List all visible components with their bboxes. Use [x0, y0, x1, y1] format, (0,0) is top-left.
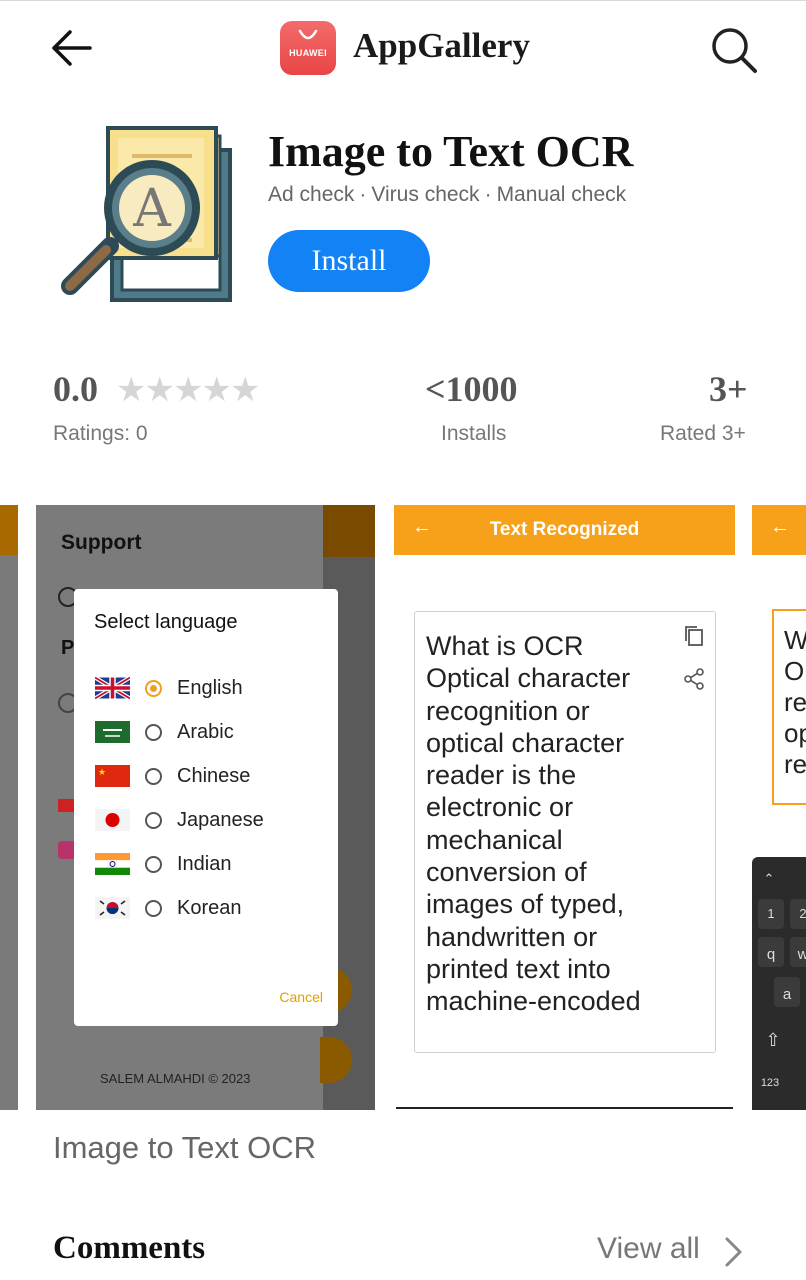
language-label: Japanese	[177, 808, 264, 831]
radio-unselected[interactable]	[145, 855, 162, 873]
screenshot-partial-right[interactable]: ← W O re op re ⌃ 1 2 q w a ⇧ 123	[752, 505, 806, 1110]
share-icon	[683, 667, 705, 691]
rating-value: 0.0	[53, 369, 98, 409]
svg-text:A: A	[132, 179, 172, 239]
partial-heading: P	[61, 637, 75, 659]
partial-text: W O re op re	[784, 625, 806, 779]
install-button[interactable]: Install	[268, 230, 430, 292]
age-rating-label: Rated 3+	[660, 422, 746, 445]
age-rating-value: 3+	[709, 369, 748, 409]
virus-check-label: Virus check	[371, 183, 480, 206]
manual-check-label: Manual check	[496, 183, 627, 206]
dialog-title: Select language	[94, 611, 238, 633]
select-language-dialog: Select language English Arabic ★ Chinese	[74, 589, 338, 1026]
key: q	[758, 937, 784, 967]
radio-unselected[interactable]	[145, 723, 162, 741]
recognized-text: What is OCR Optical character recognitio…	[426, 631, 641, 1017]
copyright-footer: SALEM ALMAHDI © 2023	[100, 1071, 251, 1086]
saudi-flag-icon	[95, 721, 130, 743]
key: 2	[790, 899, 806, 929]
radio-unselected[interactable]	[145, 899, 162, 917]
radio-unselected[interactable]	[145, 767, 162, 785]
brand-logo-text: HUAWEI	[289, 48, 327, 58]
star-icon: ★	[144, 371, 175, 409]
language-label: Arabic	[177, 720, 234, 743]
key: w	[790, 937, 806, 967]
radio-unselected[interactable]	[145, 811, 162, 829]
chevron-right-icon[interactable]	[722, 1234, 746, 1270]
top-divider	[0, 0, 806, 1]
svg-text:★: ★	[98, 767, 106, 777]
comments-heading: Comments	[53, 1230, 206, 1266]
keyboard: ⌃ 1 2 q w a ⇧ 123	[752, 857, 806, 1110]
screenshot-text-recognized[interactable]: ← Text Recognized What is OCR Optical ch…	[394, 505, 735, 1110]
screenshot-partial-left[interactable]	[0, 505, 18, 1110]
ad-check-label: Ad check	[268, 183, 355, 206]
screenshot-caption: Image to Text OCR	[53, 1130, 317, 1165]
language-option-japanese[interactable]: Japanese	[95, 805, 335, 835]
language-label: Indian	[177, 852, 232, 875]
star-icon: ★	[172, 371, 204, 409]
appgallery-logo: HUAWEI	[280, 21, 336, 75]
language-option-english[interactable]: English	[95, 673, 335, 703]
recognized-text-box: What is OCR Optical character recognitio…	[414, 611, 716, 1053]
screenshot-language-dialog[interactable]: Support P SALEM ALMAHDI © 2023 Select la…	[36, 505, 375, 1110]
copy-icon	[683, 624, 705, 648]
back-arrow-icon: ←	[770, 516, 790, 538]
japan-flag-icon	[95, 809, 130, 831]
app-title: Image to Text OCR	[268, 127, 634, 176]
language-label: Korean	[177, 896, 242, 919]
language-option-chinese[interactable]: ★ Chinese	[95, 761, 335, 791]
back-arrow-icon[interactable]	[50, 26, 94, 70]
search-icon[interactable]	[708, 24, 760, 76]
language-label: Chinese	[177, 764, 251, 787]
installs-label: Installs	[441, 422, 507, 445]
shift-icon: ⇧	[765, 1030, 781, 1050]
header-title: Text Recognized	[489, 519, 640, 540]
rating-stars: ★★★★★	[116, 370, 261, 410]
verification-checks: Ad check · Virus check · Manual check	[268, 183, 627, 206]
text-input-box: W O re op re	[772, 609, 806, 805]
language-option-arabic[interactable]: Arabic	[95, 717, 335, 747]
text-recognized-header: ← Text Recognized	[394, 505, 735, 555]
cancel-button[interactable]: Cancel	[279, 989, 323, 1005]
korea-flag-icon	[95, 897, 130, 919]
language-option-korean[interactable]: Korean	[95, 893, 335, 923]
installs-value: <1000	[425, 369, 518, 409]
uk-flag-icon	[95, 677, 130, 699]
china-flag-icon: ★	[95, 765, 130, 787]
key: 1	[758, 899, 784, 929]
key: 123	[760, 1077, 780, 1089]
language-label: English	[177, 676, 243, 699]
india-flag-icon	[95, 853, 130, 875]
star-icon: ★	[116, 371, 147, 409]
key: a	[774, 977, 800, 1007]
language-option-indian[interactable]: Indian	[95, 849, 335, 879]
star-icon: ★	[201, 371, 232, 409]
chevron-up-icon: ⌃	[763, 871, 775, 886]
view-all-link[interactable]: View all	[597, 1232, 700, 1266]
star-icon: ★	[229, 371, 261, 409]
brand-name: AppGallery	[353, 26, 530, 65]
support-heading: Support	[61, 531, 142, 554]
ocr-magnifier-document-icon: A	[52, 122, 238, 308]
ratings-count-label: Ratings: 0	[53, 422, 148, 445]
radio-selected[interactable]	[145, 679, 162, 697]
